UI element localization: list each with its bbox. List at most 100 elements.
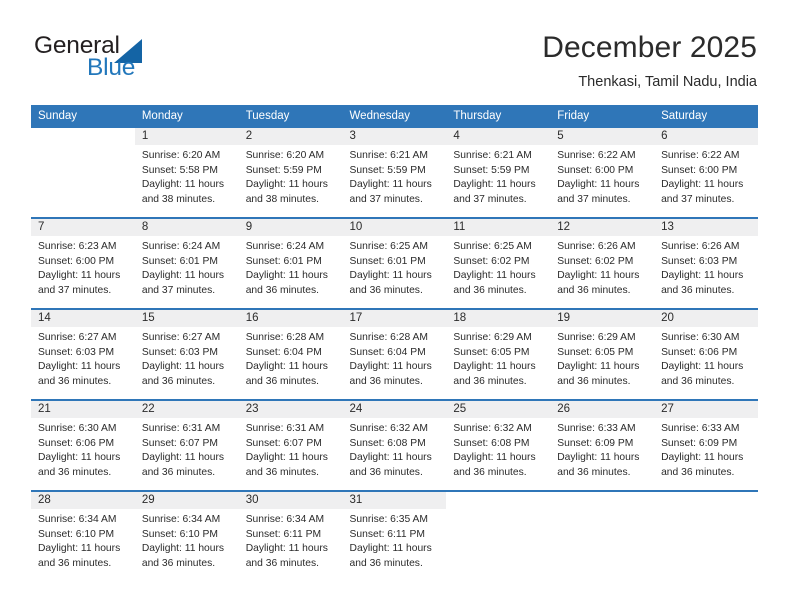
day-number: 5 — [550, 128, 655, 145]
calendar-body: 1 Sunrise: 6:20 AM Sunset: 5:58 PM Daylight… — [31, 128, 758, 581]
day-sun-info: Sunrise: 6:32 AM Sunset: 6:08 PM Daylight:… — [343, 418, 447, 481]
sunset-time: Sunset: 6:11 PM — [349, 528, 425, 540]
daylight-duration-line1: Daylight: 11 hours — [661, 361, 744, 373]
calendar-day-cell[interactable]: 21 Sunrise: 6:30 AM Sunset: 6:06 PM Dayligh… — [31, 399, 135, 491]
calendar-day-cell[interactable]: 8 Sunrise: 6:24 AM Sunset: 6:01 PM Daylight… — [134, 217, 239, 309]
day-number: 1 — [134, 128, 239, 145]
day-number: 16 — [238, 310, 343, 327]
daylight-duration-line1: Daylight: 11 hours — [661, 452, 744, 464]
general-blue-logo[interactable]: General Blue — [34, 33, 184, 88]
logo-text-blue: Blue — [87, 54, 136, 81]
day-cell-inner — [446, 492, 550, 581]
sunset-time: Sunset: 6:07 PM — [245, 437, 322, 449]
calendar-page: General Blue December 2025 Thenkasi, Tam… — [0, 0, 792, 612]
day-cell-inner — [31, 128, 135, 217]
calendar-day-cell[interactable]: 7 Sunrise: 6:23 AM Sunset: 6:00 PM Daylight… — [31, 217, 135, 309]
daylight-duration-line1: Daylight: 11 hours — [38, 361, 121, 373]
calendar-day-cell[interactable]: 2 Sunrise: 6:20 AM Sunset: 5:59 PM Daylight… — [238, 128, 343, 218]
day-cell-inner: 15 Sunrise: 6:27 AM Sunset: 6:03 PM Dayligh… — [134, 310, 239, 399]
daylight-duration-line1: Daylight: 11 hours — [38, 452, 121, 464]
day-sun-info: Sunrise: 6:29 AM Sunset: 6:05 PM Daylight:… — [550, 327, 654, 390]
day-cell-inner: 18 Sunrise: 6:29 AM Sunset: 6:05 PM Dayligh… — [446, 310, 551, 399]
calendar-day-cell[interactable]: 25 Sunrise: 6:32 AM Sunset: 6:08 PM Dayligh… — [446, 399, 551, 491]
sunrise-time: Sunrise: 6:25 AM — [453, 241, 532, 252]
daylight-duration-line1: Daylight: 11 hours — [245, 452, 328, 464]
weekday-header-sunday: Sunday — [31, 105, 135, 128]
day-number: 18 — [446, 310, 551, 327]
calendar-day-cell[interactable]: 28 Sunrise: 6:34 AM Sunset: 6:10 PM Dayligh… — [31, 490, 135, 581]
calendar-day-cell[interactable]: 29 Sunrise: 6:34 AM Sunset: 6:10 PM Dayligh… — [134, 490, 239, 581]
sunrise-time: Sunrise: 6:31 AM — [245, 423, 325, 434]
daylight-duration-line2: and 37 minutes. — [141, 285, 216, 297]
calendar-day-cell[interactable]: 9 Sunrise: 6:24 AM Sunset: 6:01 PM Daylight… — [238, 217, 343, 309]
sunrise-time: Sunrise: 6:27 AM — [38, 332, 117, 343]
calendar-day-cell[interactable]: 3 Sunrise: 6:21 AM Sunset: 5:59 PM Daylight… — [342, 128, 447, 218]
sunset-time: Sunset: 6:02 PM — [557, 255, 634, 267]
day-number: 13 — [654, 219, 758, 236]
calendar-day-cell[interactable]: 18 Sunrise: 6:29 AM Sunset: 6:05 PM Dayligh… — [446, 308, 551, 400]
daylight-duration-line2: and 36 minutes. — [453, 285, 527, 297]
day-sun-info: Sunrise: 6:24 AM Sunset: 6:01 PM Daylight:… — [239, 236, 343, 299]
calendar-day-cell[interactable]: 17 Sunrise: 6:28 AM Sunset: 6:04 PM Dayligh… — [342, 308, 447, 400]
calendar-day-cell[interactable]: 19 Sunrise: 6:29 AM Sunset: 6:05 PM Dayligh… — [550, 308, 655, 400]
sunset-time: Sunset: 5:58 PM — [141, 164, 218, 176]
day-number: 22 — [134, 401, 239, 418]
day-cell-inner: 16 Sunrise: 6:28 AM Sunset: 6:04 PM Dayligh… — [238, 310, 343, 399]
day-sun-info: Sunrise: 6:26 AM Sunset: 6:02 PM Daylight:… — [550, 236, 654, 299]
calendar-day-cell[interactable]: 31 Sunrise: 6:35 AM Sunset: 6:11 PM Dayligh… — [342, 490, 447, 581]
day-number: 29 — [134, 492, 239, 509]
calendar-week-row: 14 Sunrise: 6:27 AM Sunset: 6:03 PM Dayligh… — [31, 308, 758, 400]
calendar-day-cell[interactable]: 30 Sunrise: 6:34 AM Sunset: 6:11 PM Dayligh… — [238, 490, 343, 581]
sunset-time: Sunset: 6:02 PM — [453, 255, 530, 267]
day-sun-info: Sunrise: 6:33 AM Sunset: 6:09 PM Daylight:… — [550, 418, 654, 481]
day-number: 3 — [342, 128, 447, 145]
calendar-day-cell[interactable]: 12 Sunrise: 6:26 AM Sunset: 6:02 PM Dayligh… — [550, 217, 655, 309]
calendar-day-cell[interactable]: 6 Sunrise: 6:22 AM Sunset: 6:00 PM Daylight… — [654, 128, 758, 218]
day-number — [654, 492, 758, 509]
day-sun-info: Sunrise: 6:30 AM Sunset: 6:06 PM Daylight:… — [654, 327, 758, 390]
calendar-day-cell[interactable]: 16 Sunrise: 6:28 AM Sunset: 6:04 PM Dayligh… — [238, 308, 343, 400]
calendar-day-cell[interactable]: 22 Sunrise: 6:31 AM Sunset: 6:07 PM Dayligh… — [134, 399, 239, 491]
daylight-duration-line1: Daylight: 11 hours — [557, 452, 640, 464]
sunset-time: Sunset: 5:59 PM — [349, 164, 426, 176]
calendar-week-row: 21 Sunrise: 6:30 AM Sunset: 6:06 PM Dayligh… — [31, 399, 758, 491]
calendar-day-cell[interactable]: 26 Sunrise: 6:33 AM Sunset: 6:09 PM Dayligh… — [550, 399, 655, 491]
day-sun-info: Sunrise: 6:34 AM Sunset: 6:10 PM Daylight:… — [135, 509, 239, 572]
daylight-duration-line2: and 37 minutes. — [349, 194, 423, 206]
day-sun-info: Sunrise: 6:25 AM Sunset: 6:01 PM Daylight:… — [343, 236, 447, 299]
daylight-duration-line1: Daylight: 11 hours — [141, 270, 225, 282]
sunset-time: Sunset: 6:08 PM — [453, 437, 530, 449]
day-number — [31, 128, 135, 145]
daylight-duration-line1: Daylight: 11 hours — [661, 270, 744, 282]
day-sun-info: Sunrise: 6:29 AM Sunset: 6:05 PM Daylight:… — [446, 327, 550, 390]
calendar-day-cell[interactable]: 27 Sunrise: 6:33 AM Sunset: 6:09 PM Dayligh… — [654, 399, 758, 491]
calendar-day-cell[interactable]: 13 Sunrise: 6:26 AM Sunset: 6:03 PM Dayligh… — [654, 217, 758, 309]
weekday-header-tuesday: Tuesday — [238, 105, 343, 128]
calendar-day-cell[interactable]: 4 Sunrise: 6:21 AM Sunset: 5:59 PM Daylight… — [446, 128, 551, 218]
sunrise-time: Sunrise: 6:30 AM — [661, 332, 740, 343]
day-sun-info: Sunrise: 6:27 AM Sunset: 6:03 PM Daylight:… — [135, 327, 239, 390]
day-sun-info: Sunrise: 6:22 AM Sunset: 6:00 PM Daylight:… — [654, 145, 758, 208]
sunrise-time: Sunrise: 6:33 AM — [557, 423, 636, 434]
daylight-duration-line1: Daylight: 11 hours — [141, 452, 225, 464]
sunset-time: Sunset: 6:07 PM — [141, 437, 218, 449]
day-number: 19 — [550, 310, 655, 327]
day-cell-inner: 31 Sunrise: 6:35 AM Sunset: 6:11 PM Dayligh… — [342, 492, 447, 581]
calendar-day-cell[interactable]: 5 Sunrise: 6:22 AM Sunset: 6:00 PM Daylight… — [550, 128, 655, 218]
daylight-duration-line1: Daylight: 11 hours — [245, 543, 328, 555]
calendar-day-cell[interactable]: 1 Sunrise: 6:20 AM Sunset: 5:58 PM Daylight… — [134, 128, 239, 218]
calendar-day-cell[interactable]: 10 Sunrise: 6:25 AM Sunset: 6:01 PM Dayligh… — [342, 217, 447, 309]
daylight-duration-line2: and 36 minutes. — [453, 376, 527, 388]
sunset-time: Sunset: 6:00 PM — [661, 164, 738, 176]
calendar-day-cell[interactable]: 11 Sunrise: 6:25 AM Sunset: 6:02 PM Dayligh… — [446, 217, 551, 309]
calendar-day-cell[interactable]: 23 Sunrise: 6:31 AM Sunset: 6:07 PM Dayligh… — [238, 399, 343, 491]
calendar-day-cell[interactable]: 14 Sunrise: 6:27 AM Sunset: 6:03 PM Dayligh… — [31, 308, 135, 400]
calendar-day-cell[interactable]: 15 Sunrise: 6:27 AM Sunset: 6:03 PM Dayligh… — [134, 308, 239, 400]
daylight-duration-line1: Daylight: 11 hours — [38, 270, 121, 282]
calendar-day-cell[interactable]: 20 Sunrise: 6:30 AM Sunset: 6:06 PM Dayligh… — [654, 308, 758, 400]
calendar-day-cell[interactable]: 24 Sunrise: 6:32 AM Sunset: 6:08 PM Dayligh… — [342, 399, 447, 491]
calendar-week-row: 28 Sunrise: 6:34 AM Sunset: 6:10 PM Dayligh… — [31, 490, 758, 581]
sunrise-time: Sunrise: 6:24 AM — [141, 241, 221, 252]
daylight-duration-line2: and 36 minutes. — [661, 376, 735, 388]
daylight-duration-line1: Daylight: 11 hours — [141, 543, 225, 555]
